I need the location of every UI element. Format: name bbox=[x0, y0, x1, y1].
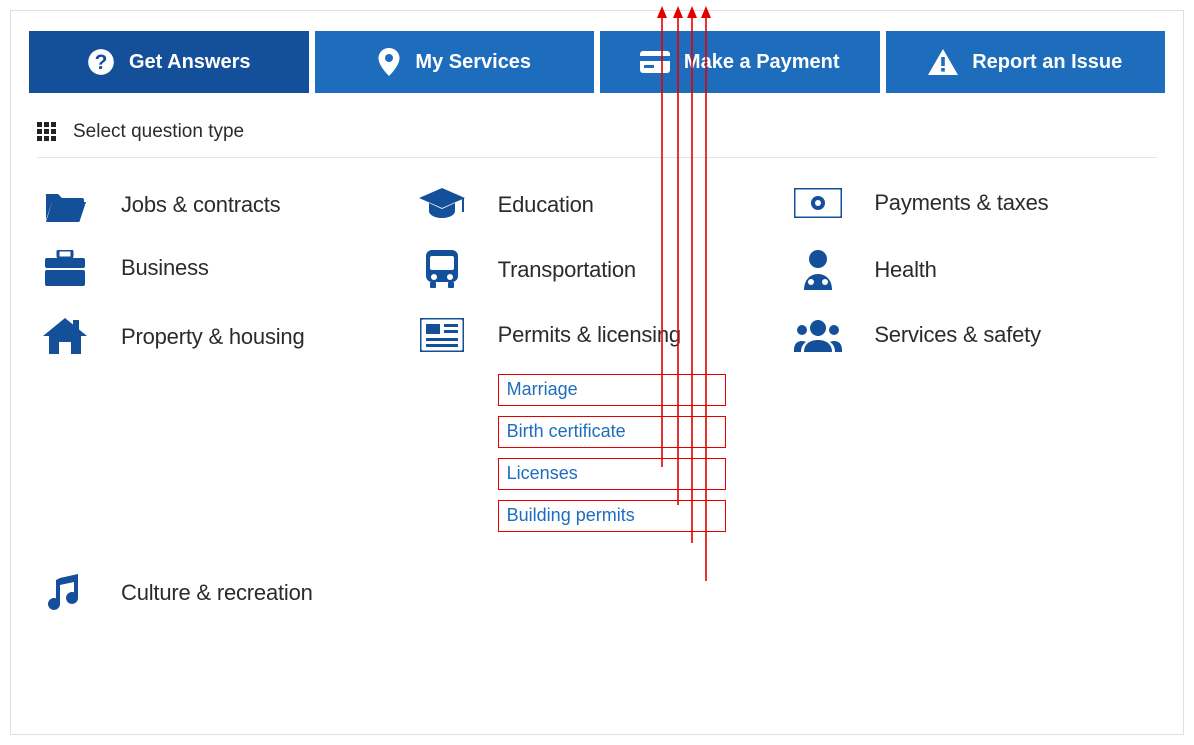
category-health[interactable]: Health bbox=[790, 250, 1157, 290]
sublink-birth[interactable]: Birth certificate bbox=[498, 416, 726, 448]
tab-get-answers[interactable]: ? Get Answers bbox=[29, 31, 309, 93]
category-education[interactable]: Education bbox=[414, 188, 781, 222]
category-culture[interactable]: Culture & recreation bbox=[37, 574, 1157, 612]
category-label: Education bbox=[498, 192, 594, 218]
users-icon bbox=[794, 318, 842, 352]
newspaper-icon bbox=[420, 318, 464, 352]
category-grid: Jobs & contracts Education Payments & ta… bbox=[37, 188, 1157, 532]
question-type-selector[interactable]: Select question type bbox=[37, 121, 1157, 158]
category-jobs[interactable]: Jobs & contracts bbox=[37, 188, 404, 222]
tab-label: Report an Issue bbox=[972, 51, 1122, 74]
category-payments[interactable]: Payments & taxes bbox=[790, 188, 1157, 218]
sublink-licenses[interactable]: Licenses bbox=[498, 458, 726, 490]
top-tabs: ? Get Answers My Services Make a Payment… bbox=[29, 31, 1165, 93]
warning-icon bbox=[928, 49, 958, 75]
tab-make-payment[interactable]: Make a Payment bbox=[600, 31, 880, 93]
sublink-building[interactable]: Building permits bbox=[498, 500, 726, 532]
money-bill-icon bbox=[794, 188, 842, 218]
category-services[interactable]: Services & safety bbox=[790, 318, 1157, 352]
credit-card-icon bbox=[640, 51, 670, 73]
permits-sublinks: Marriage Birth certificate Licenses Buil… bbox=[498, 374, 781, 532]
bus-icon bbox=[424, 250, 460, 290]
category-label: Payments & taxes bbox=[874, 190, 1048, 216]
sublink-marriage[interactable]: Marriage bbox=[498, 374, 726, 406]
tab-report-issue[interactable]: Report an Issue bbox=[886, 31, 1166, 93]
folder-open-icon bbox=[44, 188, 86, 222]
tab-my-services[interactable]: My Services bbox=[315, 31, 595, 93]
grid-icon bbox=[37, 122, 57, 142]
category-transportation[interactable]: Transportation bbox=[414, 250, 781, 290]
music-note-icon bbox=[48, 574, 82, 612]
svg-text:?: ? bbox=[95, 51, 108, 74]
category-label: Health bbox=[874, 257, 936, 283]
doctor-icon bbox=[800, 250, 836, 290]
tab-label: My Services bbox=[415, 51, 531, 74]
question-circle-icon: ? bbox=[87, 48, 115, 76]
category-permits[interactable]: Permits & licensing bbox=[414, 318, 781, 352]
briefcase-icon bbox=[45, 250, 85, 286]
graduation-cap-icon bbox=[419, 188, 465, 222]
tab-label: Get Answers bbox=[129, 51, 251, 74]
category-label: Transportation bbox=[498, 257, 636, 283]
category-label: Services & safety bbox=[874, 322, 1041, 348]
house-icon bbox=[43, 318, 87, 356]
category-label: Culture & recreation bbox=[121, 580, 313, 606]
tab-label: Make a Payment bbox=[684, 51, 840, 74]
category-business[interactable]: Business bbox=[37, 250, 404, 286]
map-pin-icon bbox=[377, 48, 401, 76]
category-label: Jobs & contracts bbox=[121, 192, 280, 218]
selector-label: Select question type bbox=[73, 121, 244, 143]
category-label: Permits & licensing bbox=[498, 322, 681, 348]
category-label: Business bbox=[121, 255, 209, 281]
main-panel: ? Get Answers My Services Make a Payment… bbox=[10, 10, 1184, 735]
category-label: Property & housing bbox=[121, 324, 305, 350]
category-property[interactable]: Property & housing bbox=[37, 318, 404, 356]
